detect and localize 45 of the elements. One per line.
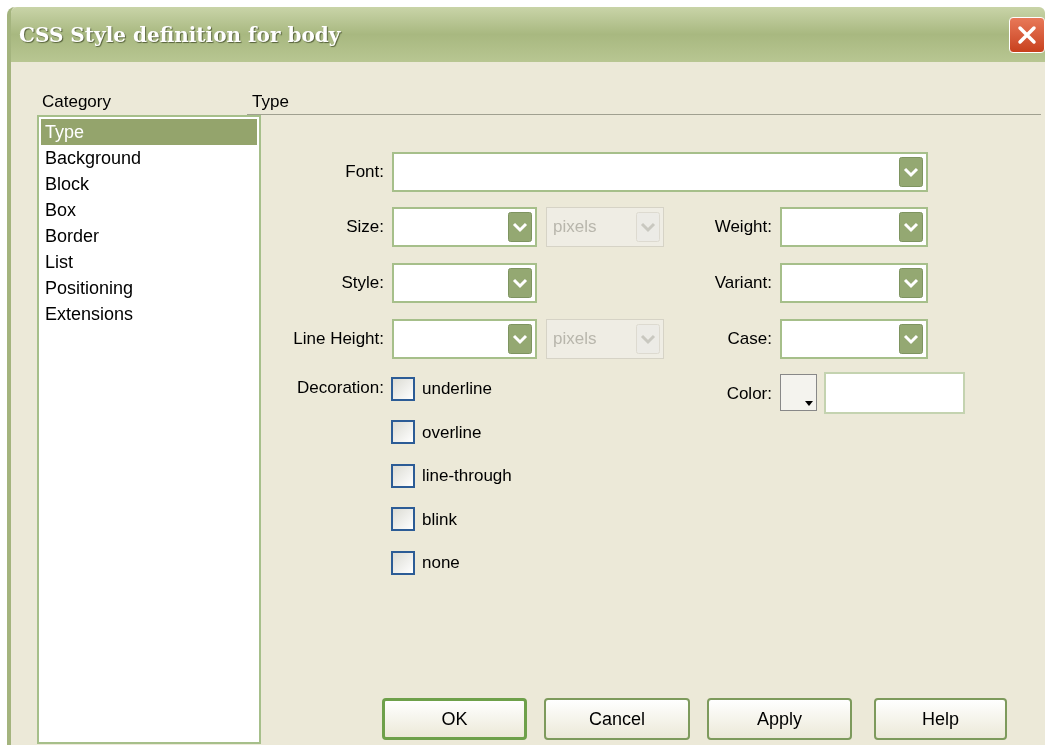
field-label: Font: [344,161,384,184]
checkbox-label: none [422,552,460,574]
caret-icon [805,401,813,407]
field-label: Variant: [713,272,772,295]
category-item[interactable]: Block [41,171,257,197]
dialog-button[interactable]: Apply [707,698,852,740]
dropdown-field[interactable] [392,319,537,359]
checkbox[interactable] [391,463,415,488]
dropdown-field[interactable] [392,263,537,303]
checkbox-label: blink [422,508,457,531]
field-label: Line Height: [292,328,384,351]
field-label: Decoration: [296,377,384,399]
color-picker-button[interactable] [780,374,817,411]
dialog-button[interactable]: OK [382,698,527,740]
field-label: Size: [345,216,384,239]
close-icon [1017,24,1037,45]
checkbox-label: underline [422,378,492,400]
checkbox-label: line-through [422,465,512,487]
dropdown-field[interactable] [392,152,928,192]
checkbox[interactable] [391,420,415,445]
close-button[interactable] [1009,16,1045,53]
color-input-field[interactable] [824,372,965,414]
category-item[interactable]: Extensions [41,301,257,327]
category-item[interactable]: List [41,249,257,275]
checkbox[interactable] [391,550,415,575]
dropdown-field[interactable] [780,319,928,359]
category-item[interactable]: Box [41,197,257,223]
field-label: Color: [725,383,772,405]
category-item[interactable]: Positioning [41,275,257,301]
dropdown-field[interactable] [780,207,928,247]
field-label: Case: [726,328,772,351]
checkbox[interactable] [391,376,415,401]
window-title: CSS Style definition for body [19,21,341,49]
field-label: Style: [340,272,384,295]
category-item[interactable]: Background [41,145,257,171]
dropdown-field[interactable] [780,263,928,303]
dropdown-field[interactable] [392,207,537,247]
section-heading: Type [252,91,290,109]
category-label: Category [42,91,112,113]
category-item[interactable]: Border [41,223,257,249]
checkbox[interactable] [391,507,415,532]
dialog-button[interactable]: Cancel [544,698,690,740]
field-label: Weight: [713,216,772,239]
checkbox-label: overline [422,421,482,444]
dialog-button[interactable]: Help [874,698,1007,740]
